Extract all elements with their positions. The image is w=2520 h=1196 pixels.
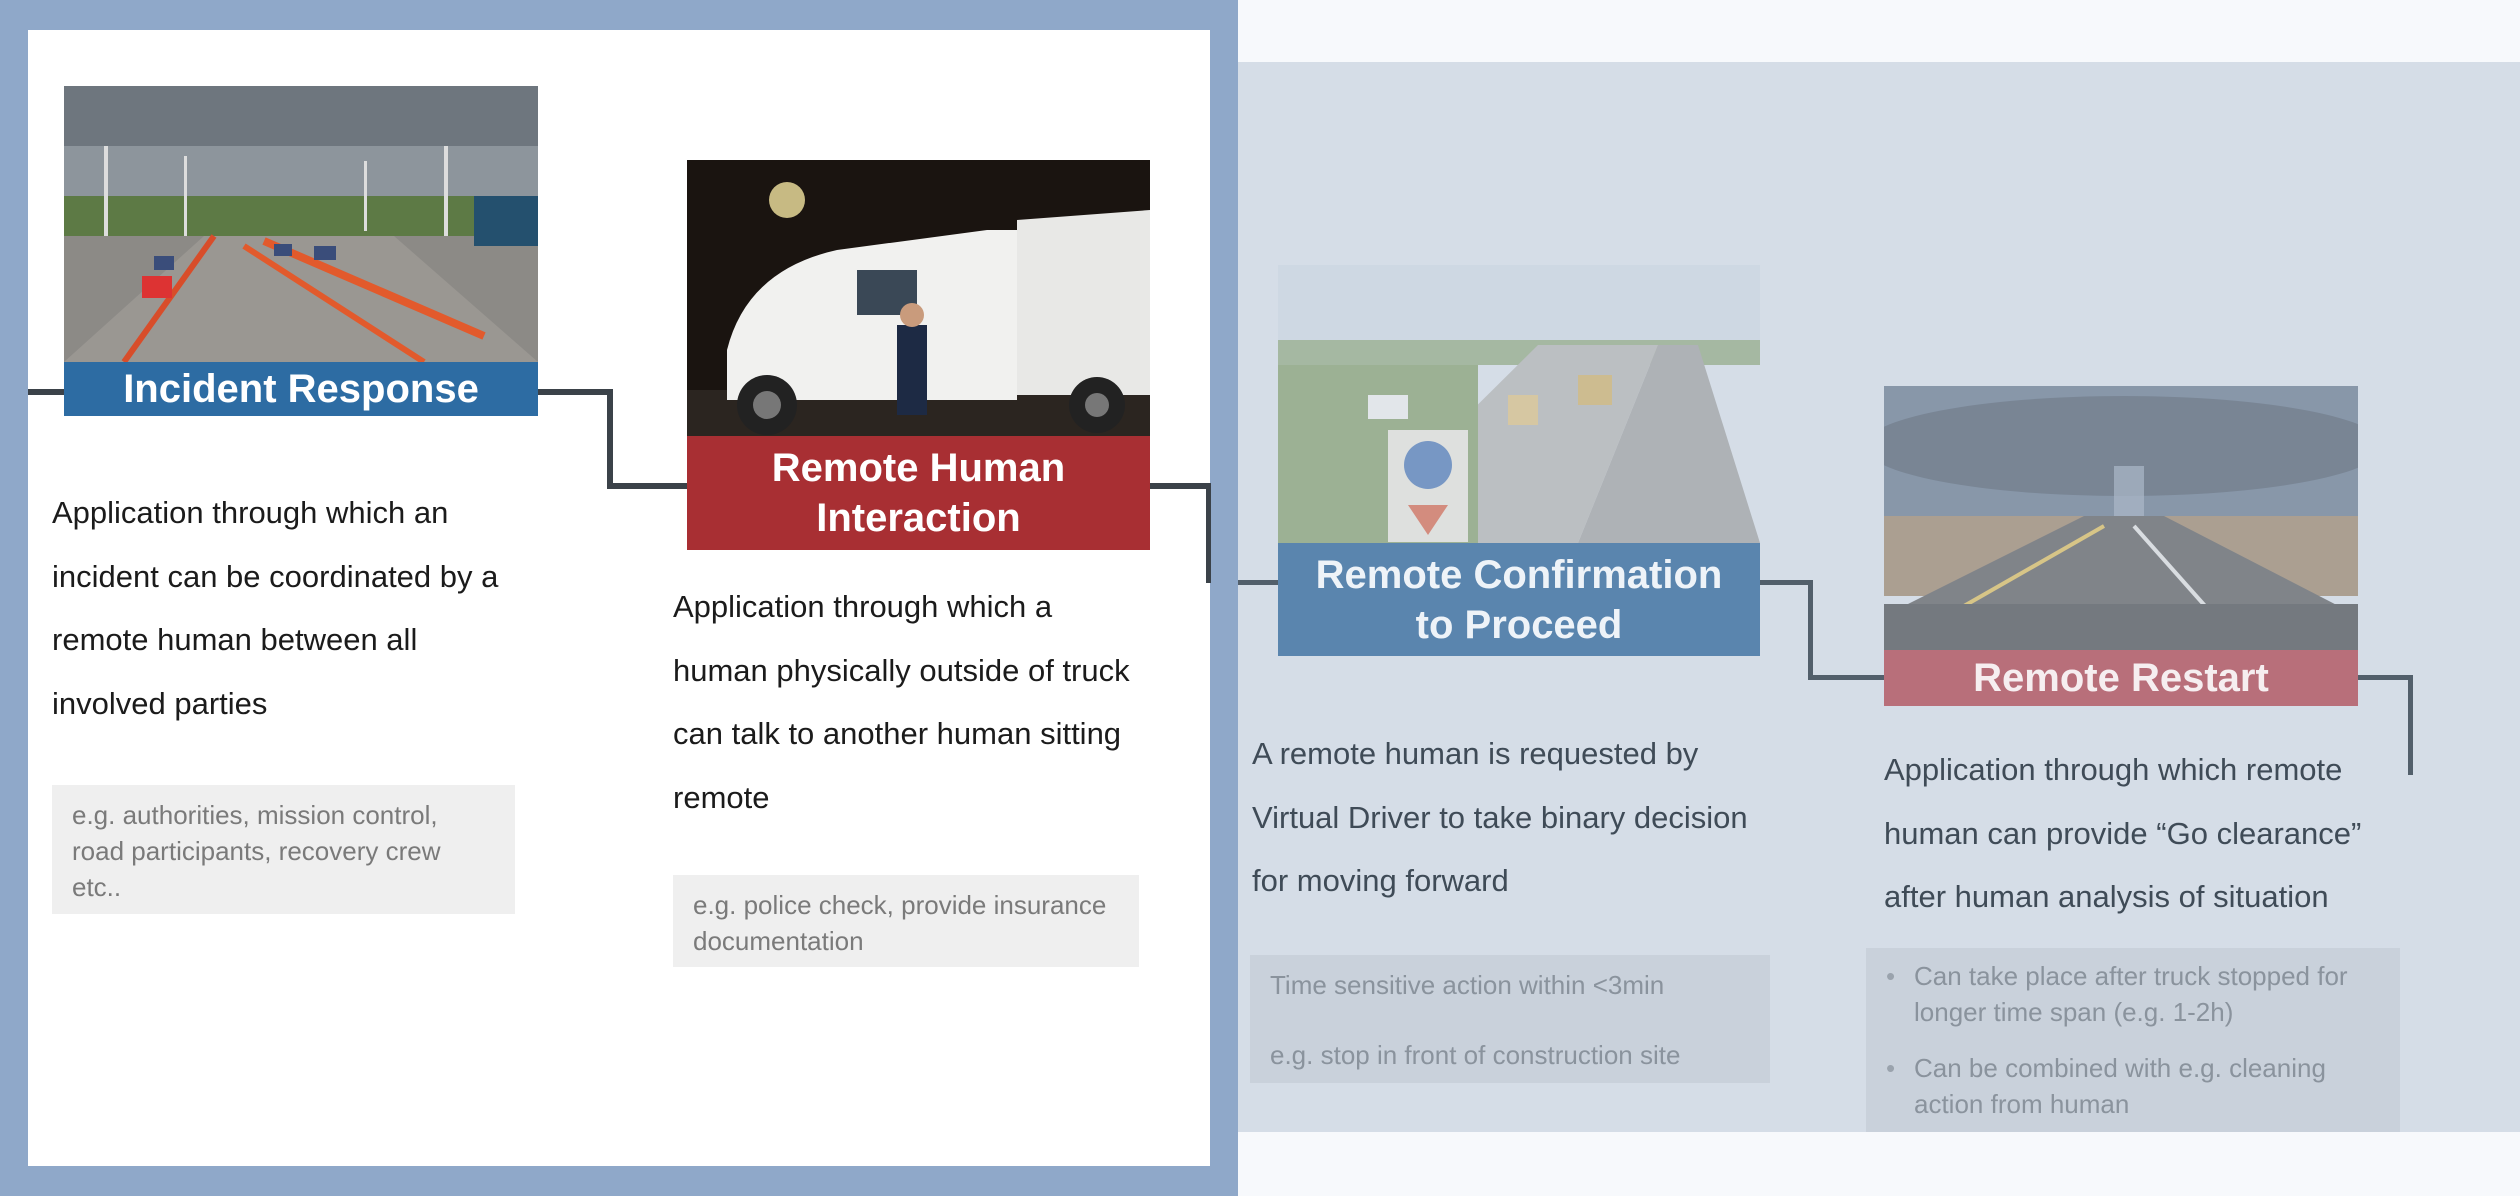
card-title-remote-restart: Remote Restart xyxy=(1884,650,2358,706)
connector-line xyxy=(607,483,687,489)
card-description: Application through which remote human c… xyxy=(1884,752,2362,914)
note-bullet-list: Can take place after truck stopped for l… xyxy=(1886,958,2380,1122)
connector-line xyxy=(28,389,64,395)
card-description: A remote human is requested by Virtual D… xyxy=(1252,736,1748,898)
note-line: Time sensitive action within <3min xyxy=(1270,970,1665,1000)
connector-line xyxy=(1760,580,1812,585)
connector-line xyxy=(1238,580,1278,585)
card-note: e.g. police check, provide insurance doc… xyxy=(673,875,1139,967)
card-title-remote-confirmation: Remote Confirmation to Proceed xyxy=(1278,543,1760,656)
construction-site-highway-photo xyxy=(1278,265,1760,543)
note-bullet: Can take place after truck stopped for l… xyxy=(1886,958,2380,1030)
card-note: e.g. authorities, mission control, road … xyxy=(52,785,515,914)
note-line: e.g. stop in front of construction site xyxy=(1270,1040,1681,1070)
truck-police-check-night-photo xyxy=(687,160,1150,436)
card-description: Application through which a human physic… xyxy=(673,589,1130,815)
connector-line xyxy=(538,389,610,395)
highway-incident-cones-photo xyxy=(64,86,538,362)
connector-line xyxy=(2358,675,2412,680)
connector-line xyxy=(1808,580,1813,680)
card-title-incident-response: Incident Response xyxy=(64,362,538,416)
note-bullet: Can be combined with e.g. cleaning actio… xyxy=(1886,1050,2380,1122)
card-description: Application through which an incident ca… xyxy=(52,495,499,721)
card-note: Can take place after truck stopped for l… xyxy=(1866,948,2400,1132)
card-note: Time sensitive action within <3min e.g. … xyxy=(1250,955,1770,1083)
connector-line xyxy=(1808,675,1884,680)
connector-line xyxy=(1206,483,1211,583)
connector-line xyxy=(607,389,613,489)
connector-line xyxy=(1150,483,1210,489)
open-road-storm-windshield-photo xyxy=(1884,386,2358,650)
card-title-remote-human-interaction: Remote Human Interaction xyxy=(687,436,1150,550)
